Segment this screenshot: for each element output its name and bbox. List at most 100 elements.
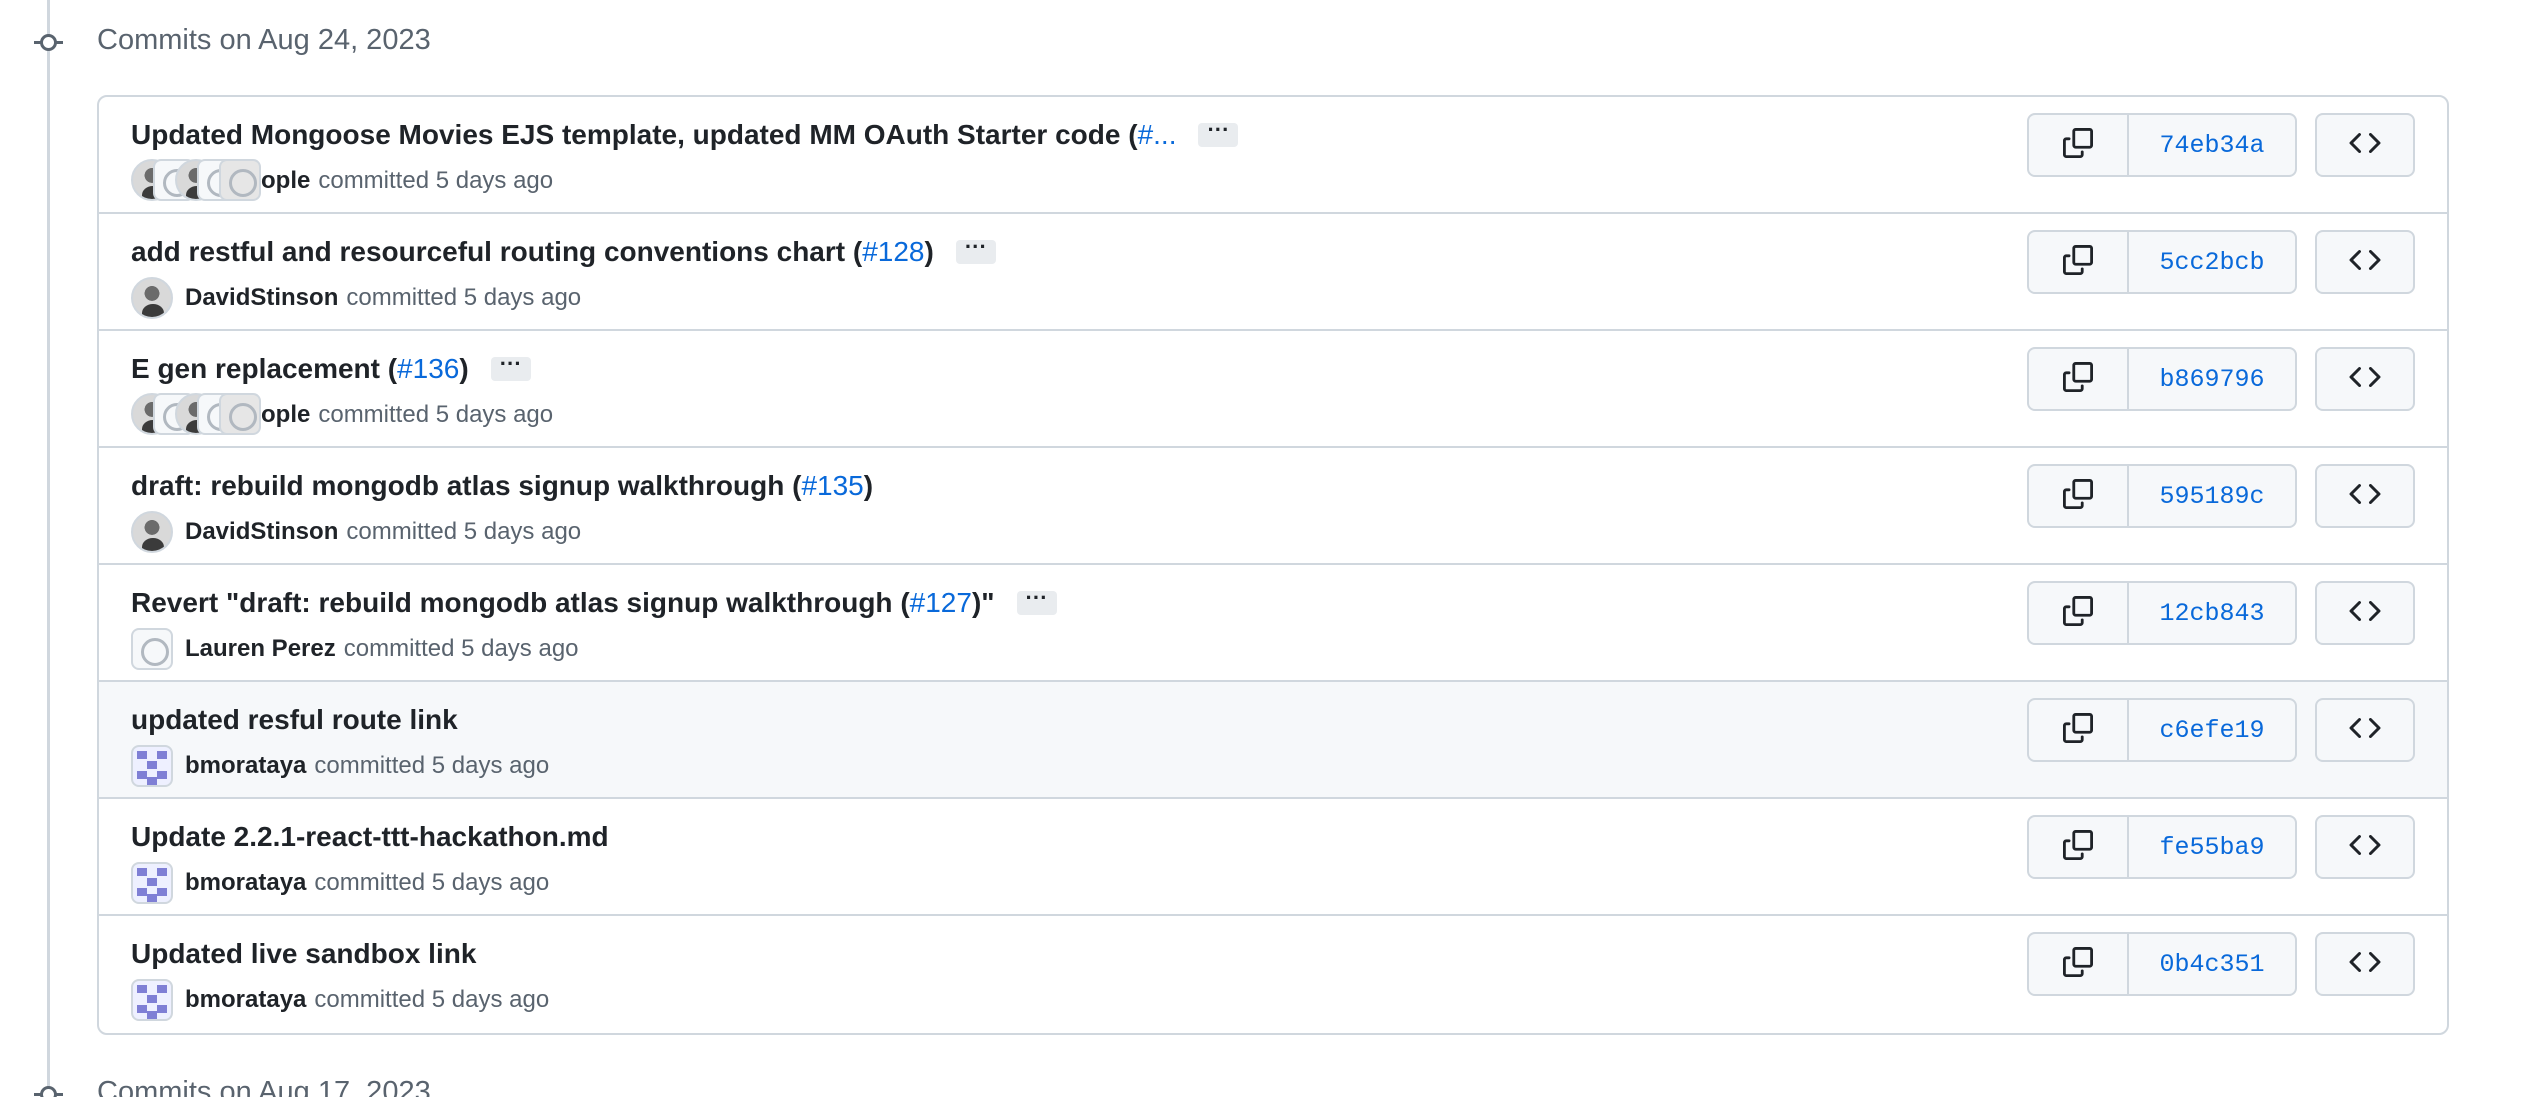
author-link[interactable]: bmorataya <box>185 752 306 780</box>
commit-sha-group: 12cb843 <box>2027 581 2297 645</box>
browse-repo-button[interactable] <box>2315 581 2415 645</box>
code-icon <box>2349 244 2381 281</box>
commit-sha-link[interactable]: 5cc2bcb <box>2129 232 2295 292</box>
browse-repo-button[interactable] <box>2315 113 2415 177</box>
commit-row[interactable]: add restful and resourceful routing conv… <box>99 214 2447 331</box>
commit-message-text[interactable]: Revert "draft: rebuild mongodb atlas sig… <box>131 587 910 619</box>
commit-time: committed 5 days ago <box>314 869 550 896</box>
author-link[interactable]: bmorataya <box>185 869 306 897</box>
copy-sha-button[interactable] <box>2029 583 2129 643</box>
commit-group-title: Commits on Aug 24, 2023 <box>97 24 431 56</box>
commit-sha-group: fe55ba9 <box>2027 815 2297 879</box>
author-link[interactable]: Lauren Perez <box>185 635 336 663</box>
commit-list: Updated Mongoose Movies EJS template, up… <box>97 95 2449 1035</box>
pr-link[interactable]: #128 <box>862 236 924 268</box>
commit-message-text[interactable]: Updated live sandbox link <box>131 938 476 970</box>
commit-message-text[interactable]: updated resful route link <box>131 704 458 736</box>
copy-sha-button[interactable] <box>2029 817 2129 877</box>
commit-time: committed 5 days ago <box>346 284 582 311</box>
commit-message[interactable]: Update 2.2.1-react-ttt-hackathon.md <box>131 815 609 859</box>
pr-link[interactable]: #... <box>1138 119 1177 151</box>
commit-row[interactable]: Updated live sandbox link bmorataya commit… <box>99 916 2447 1033</box>
commit-message[interactable]: updated resful route link <box>131 698 458 742</box>
commit-message-suffix: )" <box>971 587 995 618</box>
avatar-stack[interactable] <box>131 159 281 203</box>
commit-meta: bmorataya committed 5 days ago <box>131 744 549 788</box>
commit-sha-group: c6efe19 <box>2027 698 2297 762</box>
copy-sha-button[interactable] <box>2029 232 2129 292</box>
commit-message-text[interactable]: draft: rebuild mongodb atlas signup walk… <box>131 470 801 502</box>
commit-message[interactable]: Updated live sandbox link <box>131 932 476 976</box>
commit-sha-link[interactable]: 12cb843 <box>2129 583 2295 643</box>
author-link[interactable]: DavidStinson <box>185 518 338 546</box>
commit-message-text[interactable]: Update 2.2.1-react-ttt-hackathon.md <box>131 821 609 853</box>
copy-sha-button[interactable] <box>2029 115 2129 175</box>
avatar[interactable] <box>131 628 173 670</box>
commit-message-text[interactable]: add restful and resourceful routing conv… <box>131 236 862 268</box>
expand-message-button[interactable]: ··· <box>955 236 996 264</box>
browse-repo-button[interactable] <box>2315 698 2415 762</box>
commit-message[interactable]: draft: rebuild mongodb atlas signup walk… <box>131 464 873 508</box>
commit-sha-link[interactable]: fe55ba9 <box>2129 817 2295 877</box>
commit-sha-link[interactable]: 74eb34a <box>2129 115 2295 175</box>
commit-row[interactable]: Revert "draft: rebuild mongodb atlas sig… <box>99 565 2447 682</box>
commit-time: committed 5 days ago <box>318 167 554 194</box>
commit-message-suffix: ) <box>459 353 469 384</box>
commit-sha-link[interactable]: 595189c <box>2129 466 2295 526</box>
git-commit-icon <box>34 1080 63 1097</box>
copy-sha-button[interactable] <box>2029 934 2129 994</box>
commit-meta: ople committed 5 days ago <box>131 393 553 437</box>
browse-repo-button[interactable] <box>2315 932 2415 996</box>
pr-link[interactable]: #136 <box>397 353 459 385</box>
commit-message-text[interactable]: Updated Mongoose Movies EJS template, up… <box>131 119 1138 151</box>
commit-sha-link[interactable]: c6efe19 <box>2129 700 2295 760</box>
browse-repo-button[interactable] <box>2315 464 2415 528</box>
avatar-stack[interactable] <box>131 393 281 437</box>
browse-repo-button[interactable] <box>2315 815 2415 879</box>
copy-icon <box>2063 595 2093 631</box>
commit-row[interactable]: E gen replacement (#136) ··· ople committed… <box>99 331 2447 448</box>
commit-row[interactable]: Update 2.2.1-react-ttt-hackathon.md bmora… <box>99 799 2447 916</box>
pr-link[interactable]: #127 <box>910 587 972 619</box>
commit-row[interactable]: Updated Mongoose Movies EJS template, up… <box>99 97 2447 214</box>
commit-meta: bmorataya committed 5 days ago <box>131 861 549 905</box>
browse-repo-button[interactable] <box>2315 230 2415 294</box>
commit-time: committed 5 days ago <box>314 752 550 779</box>
avatar[interactable] <box>131 511 173 553</box>
commit-message[interactable]: Revert "draft: rebuild mongodb atlas sig… <box>131 581 1057 625</box>
author-link[interactable]: bmorataya <box>185 986 306 1014</box>
expand-message-button[interactable]: ··· <box>490 353 531 381</box>
avatar[interactable] <box>131 979 173 1021</box>
commit-row[interactable]: updated resful route link bmorataya commit… <box>99 682 2447 799</box>
copy-icon <box>2063 712 2093 748</box>
browse-repo-button[interactable] <box>2315 347 2415 411</box>
commit-time: committed 5 days ago <box>314 986 550 1013</box>
author-link[interactable]: DavidStinson <box>185 284 338 312</box>
commit-row[interactable]: draft: rebuild mongodb atlas signup walk… <box>99 448 2447 565</box>
avatar[interactable] <box>131 862 173 904</box>
commit-time: committed 5 days ago <box>318 401 554 428</box>
commit-meta: DavidStinson committed 5 days ago <box>131 276 581 320</box>
expand-message-button[interactable]: ··· <box>1198 119 1239 147</box>
avatar <box>219 393 261 435</box>
code-icon <box>2349 361 2381 398</box>
copy-sha-button[interactable] <box>2029 466 2129 526</box>
commit-meta: DavidStinson committed 5 days ago <box>131 510 581 554</box>
expand-message-button[interactable]: ··· <box>1016 587 1057 615</box>
commit-sha-group: 595189c <box>2027 464 2297 528</box>
commit-message[interactable]: Updated Mongoose Movies EJS template, up… <box>131 113 1239 157</box>
commit-sha-group: 0b4c351 <box>2027 932 2297 996</box>
copy-sha-button[interactable] <box>2029 700 2129 760</box>
pr-link[interactable]: #135 <box>801 470 863 502</box>
commit-message[interactable]: add restful and resourceful routing conv… <box>131 230 996 274</box>
commit-sha-link[interactable]: b869796 <box>2129 349 2295 409</box>
copy-sha-button[interactable] <box>2029 349 2129 409</box>
commit-message-text[interactable]: E gen replacement ( <box>131 353 397 385</box>
commit-sha-group: b869796 <box>2027 347 2297 411</box>
commit-sha-link[interactable]: 0b4c351 <box>2129 934 2295 994</box>
avatar <box>219 159 261 201</box>
avatar[interactable] <box>131 277 173 319</box>
avatar[interactable] <box>131 745 173 787</box>
commit-message[interactable]: E gen replacement (#136) ··· <box>131 347 531 391</box>
git-commit-icon <box>34 28 63 57</box>
